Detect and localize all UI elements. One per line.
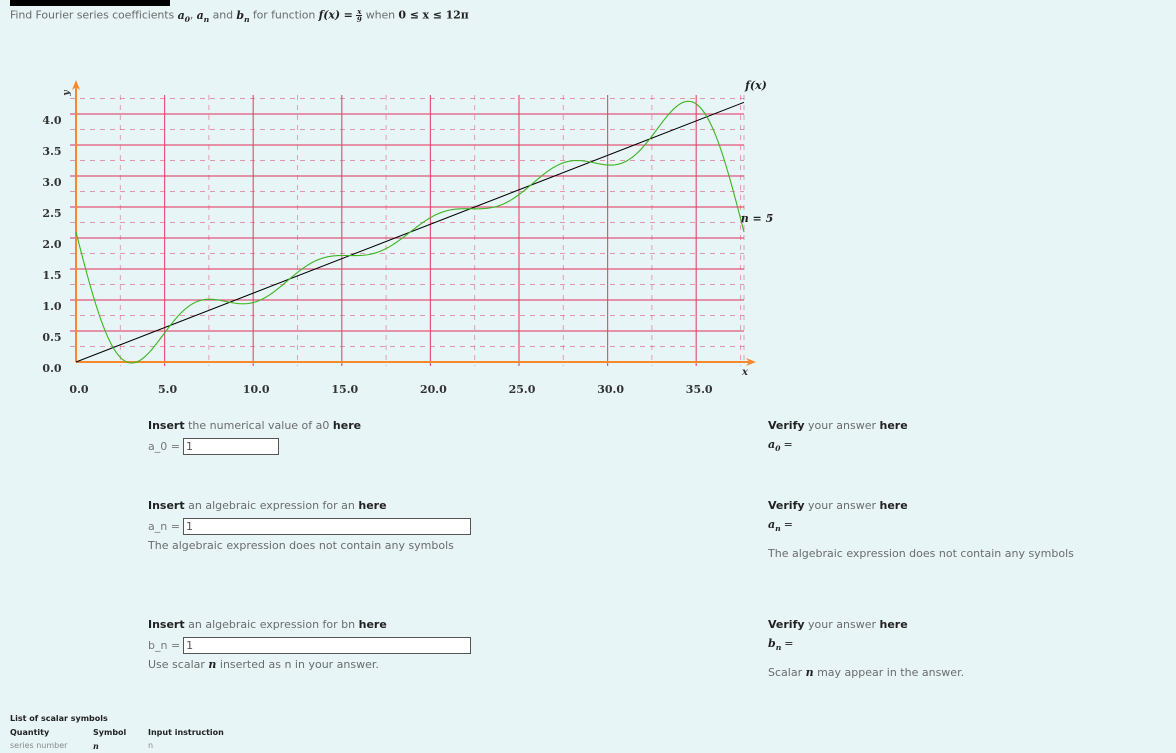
verify-a0-heading: Verify your answer here [768, 419, 908, 432]
x-tick-label: 5.0 [158, 383, 177, 396]
series-line-fourier-n5 [75, 100, 745, 364]
scalar-symbols-table: List of scalar symbols Quantity Symbol I… [10, 714, 248, 751]
y-tick-label: 0.5 [42, 331, 61, 344]
verify-a0-block: Verify your answer here a0 = [768, 419, 908, 453]
an-instruction: Insert an algebraic expression for an he… [148, 499, 387, 512]
bn-input[interactable] [183, 637, 472, 654]
a0-input[interactable] [182, 438, 279, 455]
fourier-chart: 0.0 5.0 10.0 15.0 20.0 25.0 30.0 35.0 0.0 0.5 1.0 1… [42, 79, 774, 396]
header-symbol: Symbol [93, 728, 127, 737]
x-tick-label: 10.0 [243, 383, 270, 396]
y-tick-label: 3.0 [42, 176, 61, 189]
x-tick-label: 0.0 [69, 383, 88, 396]
scalar-symbols-caption: List of scalar symbols [10, 714, 108, 723]
y-tick-label: 3.5 [42, 145, 61, 158]
y-tick-label: 1.5 [42, 269, 61, 282]
y-tick-label: 2.5 [42, 207, 61, 220]
x-tick-label: 15.0 [331, 383, 358, 396]
an-input-block: Insert an algebraic expression for an he… [148, 499, 471, 552]
header-input-instruction: Input instruction [148, 728, 224, 737]
an-note: The algebraic expression does not contai… [148, 539, 454, 552]
symbol-input-instruction: n [148, 741, 154, 750]
a0-label: a_0 = [148, 440, 180, 453]
bn-input-block: Insert an algebraic expression for bn he… [148, 618, 472, 671]
verify-bn-note: Scalar n may appear in the answer. [768, 666, 965, 680]
series-label-f: f(x) [744, 79, 767, 92]
symbol-quantity: series number [10, 741, 68, 750]
y-axis-label: y [62, 90, 72, 97]
x-tick-label: 30.0 [597, 383, 624, 396]
bn-note: Use scalar n inserted as n in your answe… [148, 658, 379, 671]
y-tick-label: 2.0 [42, 238, 61, 251]
verify-an-heading: Verify your answer here [768, 499, 908, 512]
verify-a0-preview: a0 = [768, 438, 793, 454]
y-tick-label: 4.0 [42, 114, 61, 127]
verify-an-preview: an = [768, 518, 793, 534]
series-label-n5: n = 5 [741, 212, 774, 225]
verify-bn-heading: Verify your answer here [768, 618, 908, 631]
x-tick-label: 25.0 [509, 383, 536, 396]
x-tick-label: 20.0 [420, 383, 447, 396]
verify-bn-block: Verify your answer here bn = Scalar n may… [768, 618, 964, 679]
x-axis-label: x [741, 367, 749, 378]
y-tick-label: 0.0 [42, 362, 61, 375]
verify-an-block: Verify your answer here an = The algebrai… [768, 499, 1074, 560]
a0-input-block: Insert the numerical value of a0 here a_… [148, 419, 361, 455]
verify-bn-preview: bn = [768, 637, 794, 653]
x-tick-label: 35.0 [686, 383, 713, 396]
header-quantity: Quantity [10, 728, 50, 737]
bn-label: b_n = [148, 639, 181, 652]
verify-an-note: The algebraic expression does not contai… [768, 547, 1074, 561]
symbol-glyph: n [93, 741, 99, 751]
a0-instruction: Insert the numerical value of a0 here [148, 419, 362, 432]
an-label: a_n = [148, 520, 180, 533]
y-tick-label: 1.0 [42, 300, 61, 313]
an-input[interactable] [182, 518, 471, 535]
bn-instruction: Insert an algebraic expression for bn he… [148, 618, 387, 631]
